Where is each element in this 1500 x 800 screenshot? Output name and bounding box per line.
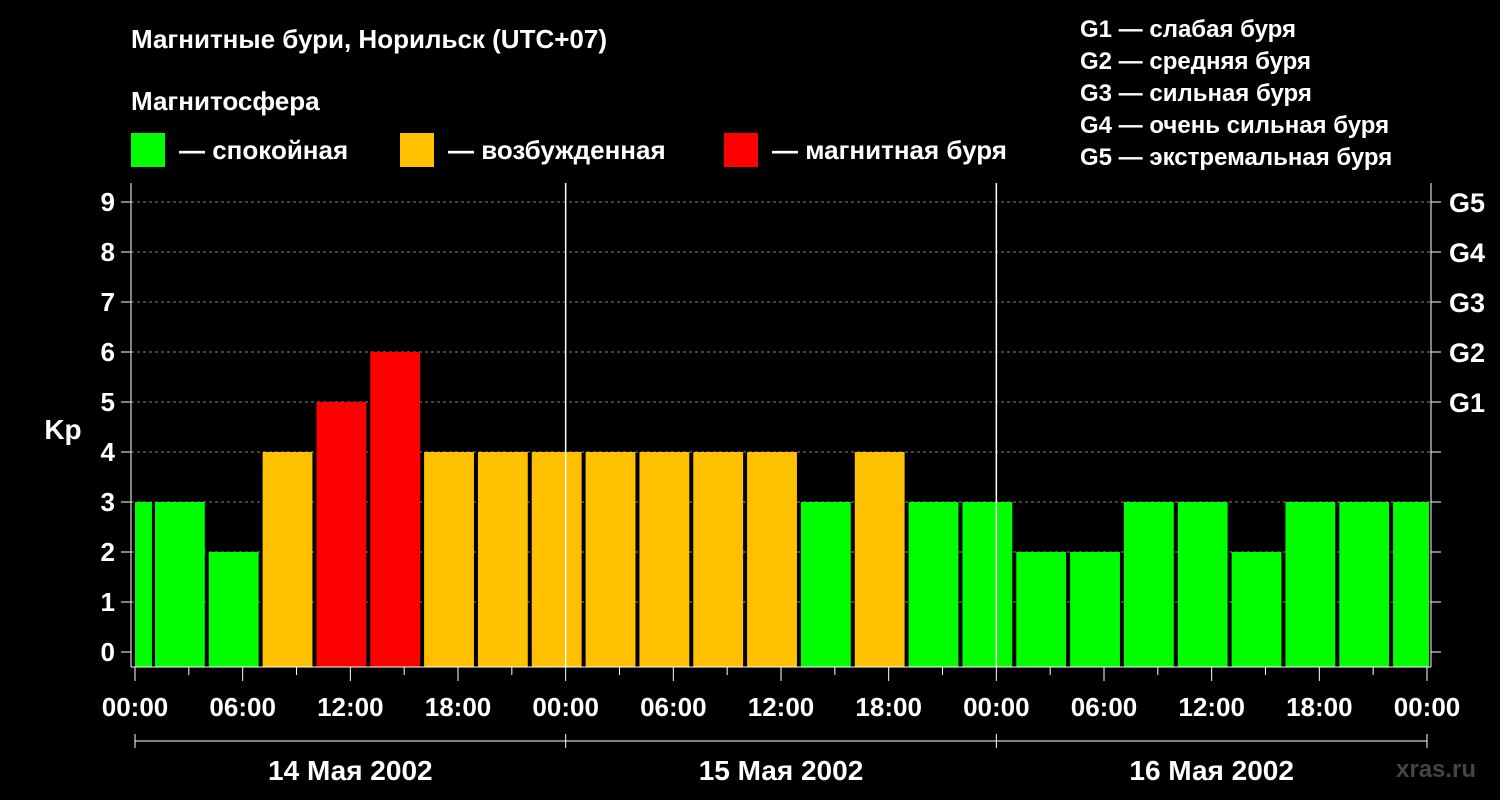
- y-tick-label: 6: [101, 337, 115, 367]
- x-tick-label: 06:00: [640, 692, 707, 722]
- kp-bar: [1339, 502, 1390, 667]
- date-label: 15 Мая 2002: [699, 755, 864, 786]
- kp-bar: [370, 352, 421, 667]
- g-tick-label: G5: [1449, 188, 1485, 218]
- kp-bar: [135, 502, 152, 667]
- x-tick-label: 00:00: [532, 692, 599, 722]
- y-tick-label: 3: [101, 487, 115, 517]
- x-tick-label: 06:00: [209, 692, 276, 722]
- y-tick-label: 2: [101, 537, 115, 567]
- y-tick-label: 0: [101, 637, 115, 667]
- x-tick-label: 18:00: [425, 692, 492, 722]
- kp-bar: [908, 502, 959, 667]
- kp-bar: [316, 402, 367, 667]
- x-tick-label: 00:00: [102, 692, 169, 722]
- kp-bar: [262, 452, 313, 667]
- kp-bar: [585, 452, 636, 667]
- y-tick-label: 5: [101, 387, 115, 417]
- kp-bar: [800, 502, 851, 667]
- kp-bar: [154, 502, 205, 667]
- x-tick-label: 18:00: [855, 692, 922, 722]
- kp-bar: [1393, 502, 1429, 667]
- g-tick-label: G1: [1449, 388, 1485, 418]
- kp-bar-chart: 0 1 2 3 4 5 6 7 8 9 G1 G2 G3 G4 G5 Kp 00:00 06:00 12:00 18:…: [44, 183, 1485, 786]
- y-tick-label: 4: [101, 437, 116, 467]
- g-tick-label: G2: [1449, 338, 1485, 368]
- x-tick-label: 12:00: [317, 692, 384, 722]
- x-tick-label: 06:00: [1071, 692, 1138, 722]
- kp-bar: [639, 452, 690, 667]
- y-tick-label: 9: [101, 187, 115, 217]
- kp-bar: [1285, 502, 1336, 667]
- kp-bar: [1231, 552, 1282, 667]
- date-label: 16 Мая 2002: [1129, 755, 1294, 786]
- g-tick-label: G3: [1449, 288, 1485, 318]
- kp-bar: [747, 452, 797, 667]
- x-tick-label: 12:00: [1178, 692, 1245, 722]
- kp-bar: [962, 502, 1013, 667]
- y-axis-label: Kp: [44, 414, 81, 445]
- kp-bar: [531, 452, 582, 667]
- x-tick-label: 12:00: [748, 692, 815, 722]
- x-tick-label: 18:00: [1286, 692, 1353, 722]
- kp-bar: [208, 552, 259, 667]
- date-label: 14 Мая 2002: [268, 755, 433, 786]
- kp-bar: [1123, 502, 1174, 667]
- y-tick-label: 1: [101, 587, 115, 617]
- kp-bar: [854, 452, 905, 667]
- g-tick-label: G4: [1449, 238, 1485, 268]
- y-tick-label: 8: [101, 237, 115, 267]
- x-tick-label: 00:00: [963, 692, 1030, 722]
- kp-bar: [693, 452, 744, 667]
- kp-bar: [1070, 552, 1120, 667]
- kp-bar: [424, 452, 474, 667]
- x-tick-label: 00:00: [1394, 692, 1461, 722]
- kp-bar: [1016, 552, 1067, 667]
- y-tick-label: 7: [101, 287, 115, 317]
- kp-bar: [1177, 502, 1228, 667]
- kp-bar: [477, 452, 528, 667]
